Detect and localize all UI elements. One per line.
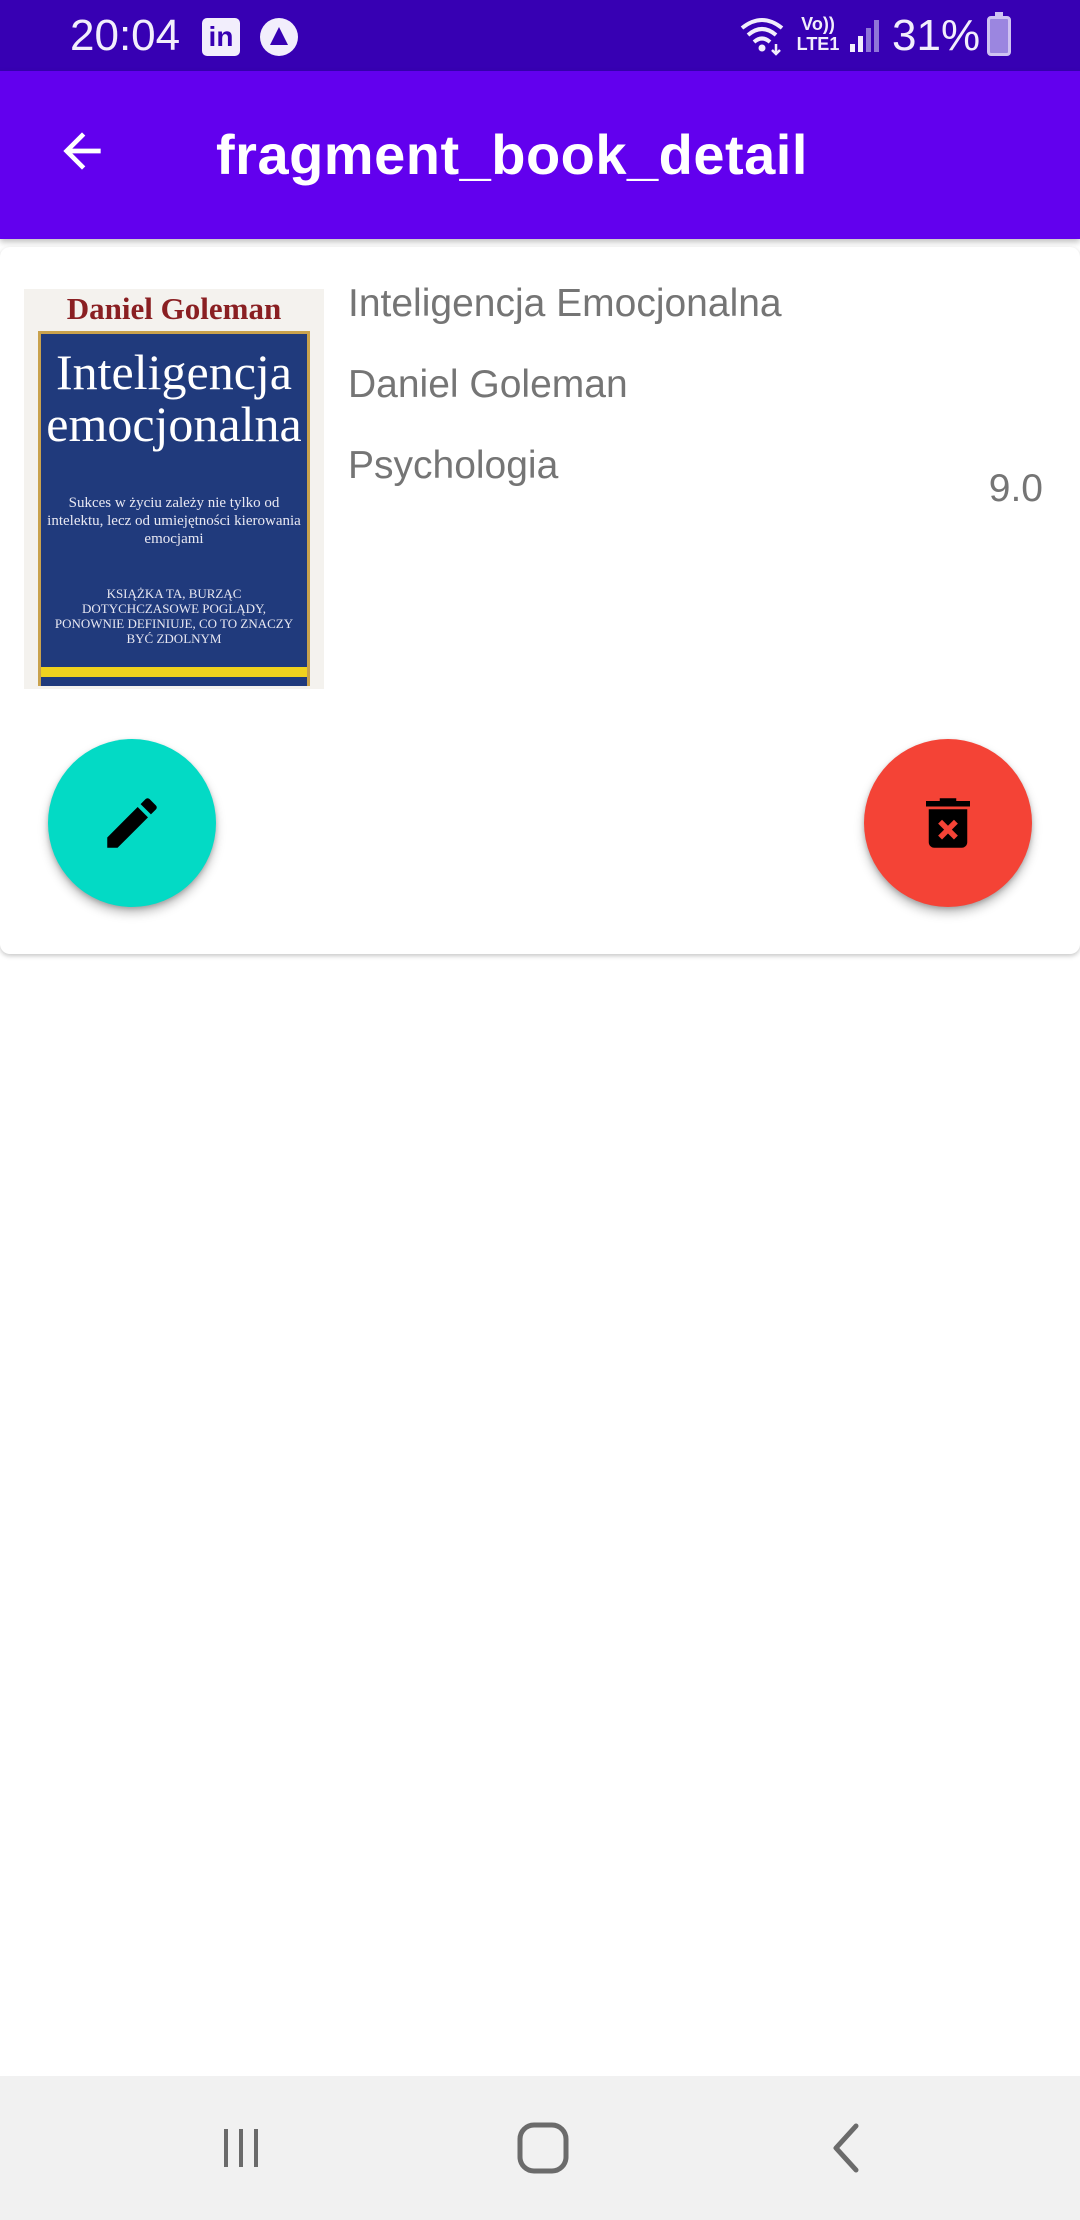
cover-title-text: Inteligencja emocjonalna	[41, 346, 307, 450]
screen: 20:04 in Vo)) LTE1 31% fragment_book_det…	[0, 0, 1080, 2220]
cover-bottom-strip	[41, 677, 307, 686]
cover-band	[41, 667, 307, 677]
recent-apps-button[interactable]	[191, 2112, 291, 2184]
cover-author-text: Daniel Goleman	[66, 291, 282, 326]
book-detail-card: Daniel Goleman Inteligencja emocjonalna …	[0, 247, 1080, 954]
network-label-top: Vo))	[801, 14, 835, 34]
cover-blurb2-text: KSIĄŻKA TA, BURZĄC DOTYCHCZASOWE POGLĄDY…	[54, 586, 294, 646]
page-title: fragment_book_detail	[216, 123, 808, 186]
app-bar: fragment_book_detail	[0, 71, 1080, 239]
delete-button[interactable]	[864, 739, 1032, 907]
edit-button[interactable]	[48, 739, 216, 907]
cover-title-line1: Inteligencja	[56, 344, 292, 400]
network-type-label: Vo)) LTE1	[796, 14, 840, 54]
linkedin-icon: in	[202, 18, 240, 56]
home-button[interactable]	[493, 2112, 593, 2184]
trash-icon	[926, 798, 970, 848]
book-genre: Psychologia	[348, 444, 559, 487]
cover-title-line2: emocjonalna	[46, 396, 302, 452]
network-label-bottom: LTE1	[796, 34, 840, 54]
system-nav-bar	[0, 2076, 1080, 2220]
notification-app-icon	[260, 18, 298, 56]
book-author: Daniel Goleman	[348, 363, 628, 406]
pencil-icon	[107, 798, 157, 848]
status-bar: 20:04 in Vo)) LTE1 31%	[0, 0, 1080, 71]
battery-icon	[987, 12, 1011, 56]
book-rating: 9.0	[988, 467, 1043, 510]
battery-percent: 31%	[892, 11, 981, 60]
status-time: 20:04	[70, 11, 181, 60]
home-icon	[517, 2122, 569, 2174]
arrow-back-icon	[63, 132, 101, 170]
cover-panel: Inteligencja emocjonalna Sukces w życiu …	[38, 331, 310, 686]
wifi-icon	[740, 18, 784, 56]
back-chevron-icon	[833, 2123, 859, 2173]
signal-icon	[850, 20, 879, 52]
recent-apps-icon	[224, 2129, 258, 2167]
back-button[interactable]	[42, 111, 122, 191]
nav-back-button[interactable]	[796, 2112, 896, 2184]
cover-blurb-text: Sukces w życiu zależy nie tylko od intel…	[47, 495, 301, 547]
book-title: Inteligencja Emocjonalna	[348, 282, 782, 325]
book-cover-image: Daniel Goleman Inteligencja emocjonalna …	[24, 289, 324, 689]
